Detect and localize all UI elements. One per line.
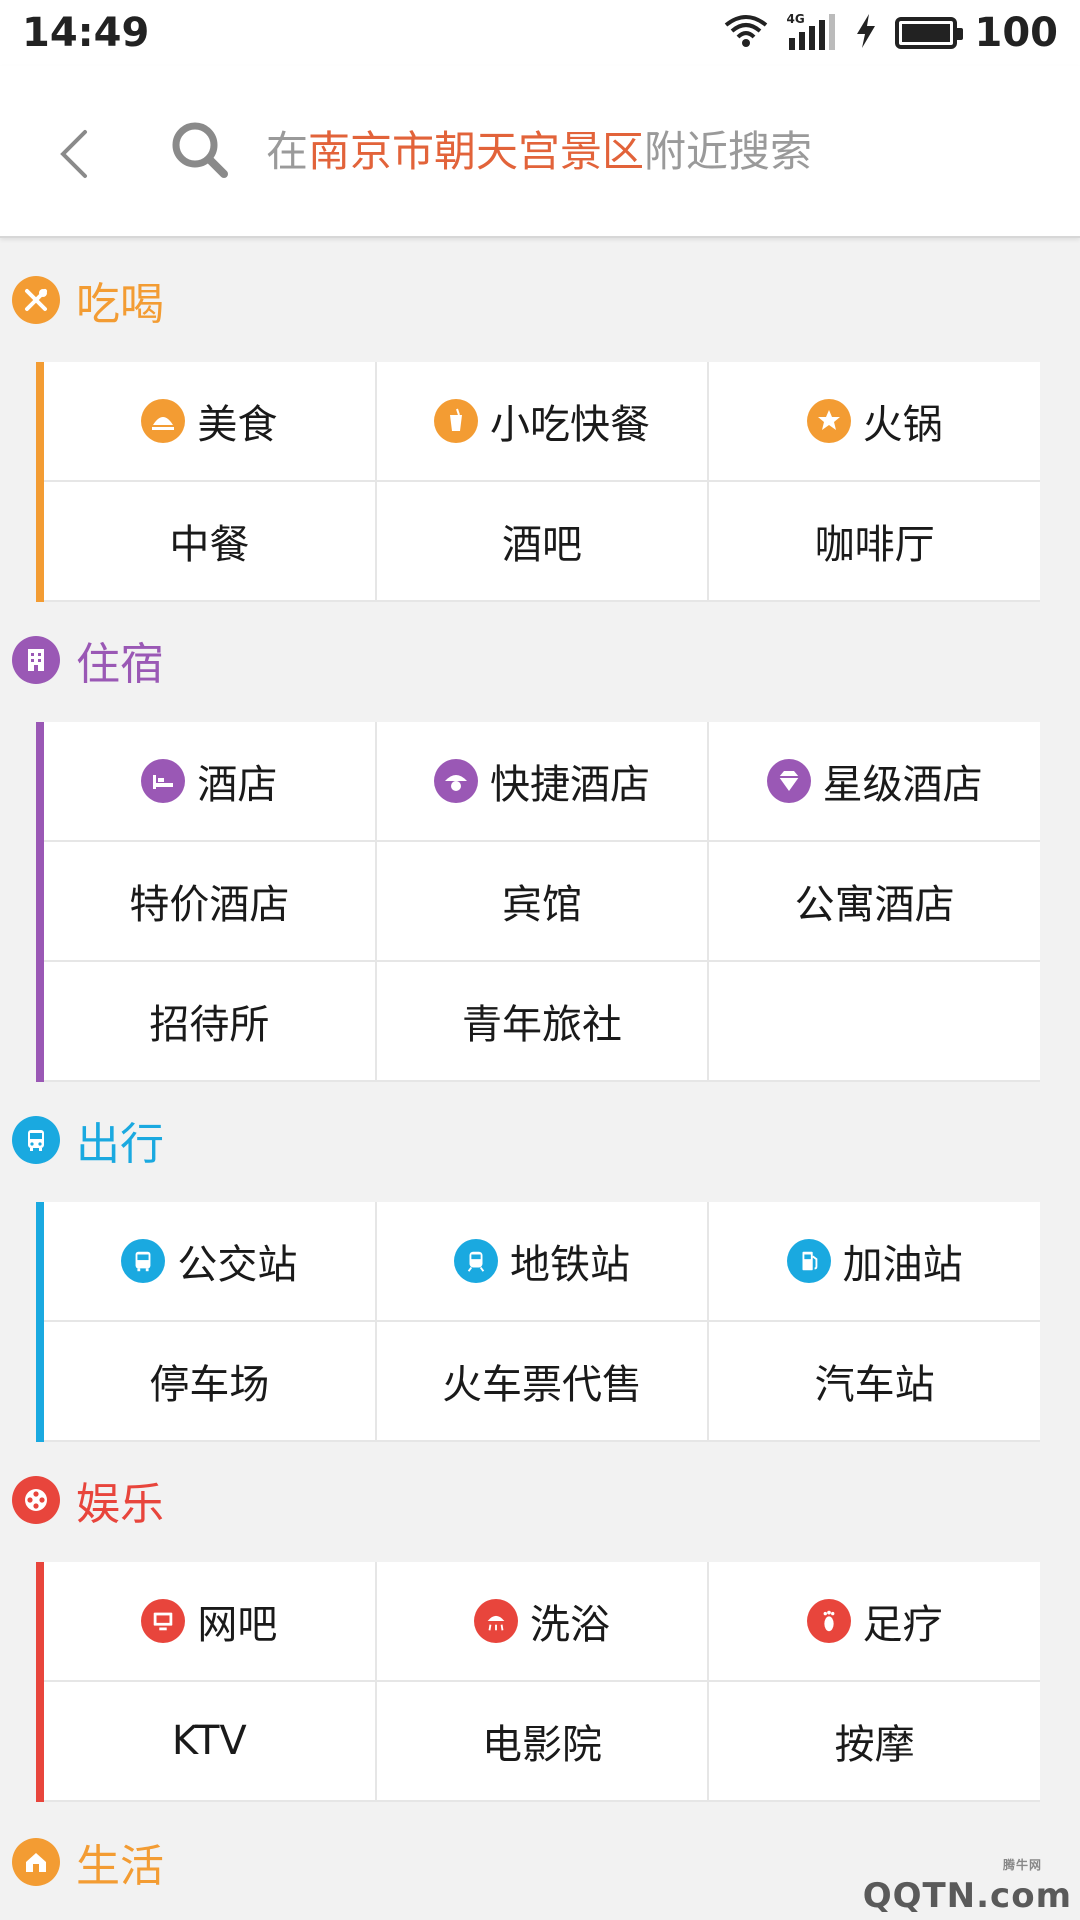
diamond-icon xyxy=(766,759,811,803)
category-ktv[interactable]: KTV xyxy=(44,1682,375,1800)
category-massage[interactable]: 按摩 xyxy=(709,1682,1041,1800)
category-label: 快捷酒店 xyxy=(490,762,650,808)
fork-knife-icon xyxy=(12,276,60,324)
watermark-text: QQTN.com xyxy=(862,1876,1072,1916)
search-suffix: 附近搜索 xyxy=(644,127,813,176)
category-apartment-hotel[interactable]: 公寓酒店 xyxy=(709,842,1041,960)
footprint-icon xyxy=(806,1599,851,1643)
category-label: 加油站 xyxy=(842,1242,963,1288)
category-train-ticket-agency[interactable]: 火车票代售 xyxy=(376,1322,708,1440)
section-title-travel: 出行 xyxy=(12,1105,164,1175)
express-hotel-icon xyxy=(434,759,478,803)
section-label: 生活 xyxy=(76,1841,164,1892)
hotpot-icon xyxy=(806,399,851,443)
category-bath[interactable]: 洗浴 xyxy=(376,1562,708,1680)
search-header: 在南京市朝天宫景区附近搜索 xyxy=(0,66,1080,238)
category-star-hotel[interactable]: 星级酒店 xyxy=(709,722,1041,840)
fuel-pump-icon xyxy=(786,1239,831,1283)
category-hostel-inn[interactable]: 招待所 xyxy=(44,962,375,1080)
drink-cup-icon xyxy=(434,399,478,443)
search-icon[interactable] xyxy=(170,120,230,180)
category-hotpot[interactable]: 火锅 xyxy=(709,362,1041,480)
category-budget-hotel[interactable]: 快捷酒店 xyxy=(376,722,708,840)
status-icons: 4G 100 xyxy=(723,10,1059,56)
category-label: 足疗 xyxy=(862,1602,943,1648)
category-bar[interactable]: 酒吧 xyxy=(376,482,708,600)
section-title-stay: 住宿 xyxy=(12,625,164,695)
section-label: 吃喝 xyxy=(76,279,164,330)
bus-icon xyxy=(121,1239,166,1283)
battery-icon xyxy=(894,17,963,49)
search-location: 南京市朝天宫景区 xyxy=(308,127,645,176)
subway-icon xyxy=(454,1239,498,1283)
grid-row: 公交站 地铁站 加油站 xyxy=(44,1202,1041,1322)
back-button[interactable] xyxy=(44,118,104,190)
category-food[interactable]: 美食 xyxy=(44,362,375,480)
battery-level: 100 xyxy=(974,10,1059,56)
category-foot-massage[interactable]: 足疗 xyxy=(709,1562,1041,1680)
empty-cell xyxy=(709,962,1041,1080)
grid-fun: 网吧 洗浴 足疗 KTV 电影院 按摩 xyxy=(36,1562,1041,1802)
film-reel-icon xyxy=(12,1476,60,1524)
bus-icon xyxy=(12,1116,60,1164)
grid-row: 美食 小吃快餐 火锅 xyxy=(44,362,1041,482)
grid-row: 酒店 快捷酒店 星级酒店 xyxy=(44,722,1041,842)
watermark-small: 腾牛网 xyxy=(1002,1858,1042,1872)
search-prefix: 在 xyxy=(266,127,309,176)
section-label: 出行 xyxy=(76,1119,164,1170)
category-label: 美食 xyxy=(197,402,278,448)
chevron-left-icon xyxy=(60,130,87,178)
category-cinema[interactable]: 电影院 xyxy=(376,1682,708,1800)
category-youth-hostel[interactable]: 青年旅社 xyxy=(376,962,708,1080)
category-subway-station[interactable]: 地铁站 xyxy=(376,1202,708,1320)
category-discount-hotel[interactable]: 特价酒店 xyxy=(44,842,375,960)
grid-row: 招待所 青年旅社 xyxy=(44,962,1041,1082)
section-label: 住宿 xyxy=(76,639,164,690)
category-label: 星级酒店 xyxy=(822,762,983,808)
category-internet-cafe[interactable]: 网吧 xyxy=(44,1562,375,1680)
category-label: 洗浴 xyxy=(530,1602,610,1648)
category-bus-stop[interactable]: 公交站 xyxy=(44,1202,375,1320)
category-label: 公交站 xyxy=(177,1242,298,1288)
search-input[interactable]: 在南京市朝天宫景区附近搜索 xyxy=(266,124,812,180)
grid-row: KTV 电影院 按摩 xyxy=(44,1682,1041,1802)
grid-travel: 公交站 地铁站 加油站 停车场 火车票代售 汽车站 xyxy=(36,1202,1041,1442)
monitor-icon xyxy=(141,1599,186,1643)
bed-icon xyxy=(141,759,186,803)
category-bus-terminal[interactable]: 汽车站 xyxy=(709,1322,1041,1440)
section-title-eat: 吃喝 xyxy=(12,265,164,335)
grid-row: 网吧 洗浴 足疗 xyxy=(44,1562,1041,1682)
watermark-logo: 腾牛网 QQTN.com xyxy=(863,1856,1072,1916)
shower-icon xyxy=(474,1599,518,1643)
house-icon xyxy=(12,1838,60,1886)
grid-row: 中餐 酒吧 咖啡厅 xyxy=(44,482,1041,602)
category-snack[interactable]: 小吃快餐 xyxy=(376,362,708,480)
category-label: 酒店 xyxy=(197,762,278,808)
status-time: 14:49 xyxy=(22,10,150,56)
section-title-life: 生活 xyxy=(12,1827,164,1897)
category-cafe[interactable]: 咖啡厅 xyxy=(709,482,1041,600)
status-bar: 14:49 4G 100 xyxy=(0,0,1080,66)
section-title-fun: 娱乐 xyxy=(12,1465,164,1535)
dish-cover-icon xyxy=(141,399,186,443)
grid-eat: 美食 小吃快餐 火锅 中餐 酒吧 咖啡厅 xyxy=(36,362,1041,602)
category-parking[interactable]: 停车场 xyxy=(44,1322,375,1440)
grid-stay: 酒店 快捷酒店 星级酒店 特价酒店 宾馆 公寓酒店 招待所 青年旅社 xyxy=(36,722,1041,1082)
category-label: 火锅 xyxy=(862,402,943,448)
building-icon xyxy=(12,636,60,684)
category-label: 小吃快餐 xyxy=(490,402,650,448)
wifi-icon xyxy=(723,13,769,53)
category-label: 地铁站 xyxy=(510,1242,630,1288)
grid-row: 停车场 火车票代售 汽车站 xyxy=(44,1322,1041,1442)
grid-row: 特价酒店 宾馆 公寓酒店 xyxy=(44,842,1041,962)
category-chinese-food[interactable]: 中餐 xyxy=(44,482,375,600)
charging-icon xyxy=(855,14,877,52)
signal-icon: 4G xyxy=(787,12,837,52)
category-guesthouse[interactable]: 宾馆 xyxy=(376,842,708,960)
category-hotel[interactable]: 酒店 xyxy=(44,722,375,840)
section-label: 娱乐 xyxy=(76,1479,164,1530)
category-label: 网吧 xyxy=(197,1602,278,1648)
category-gas-station[interactable]: 加油站 xyxy=(709,1202,1041,1320)
